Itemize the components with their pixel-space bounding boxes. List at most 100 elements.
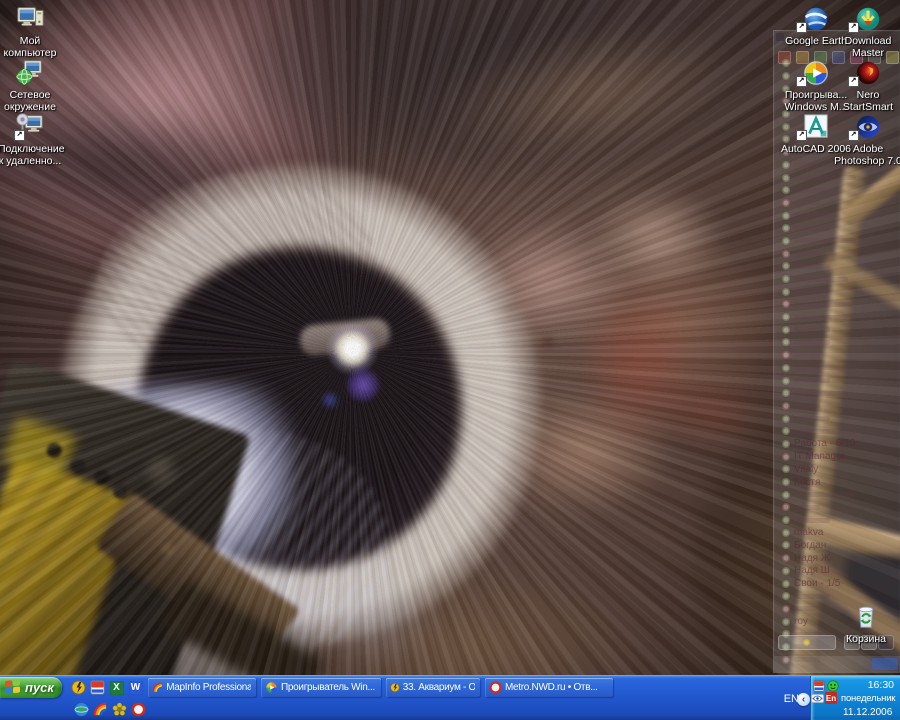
contact-row-faint[interactable] [776, 273, 898, 286]
contact-row[interactable]: Надя Ш [776, 565, 898, 578]
contact-status-icon [782, 491, 790, 499]
desktop-icon-nero-startsmart[interactable]: ↗ Nero StartSmart [832, 55, 900, 113]
wallpaper [0, 0, 900, 720]
task-buttons: MapInfo Professional ... Проигрыватель W… [148, 678, 613, 697]
taskbar-button-opera[interactable]: Metro.NWD.ru • Отв... [485, 678, 613, 697]
eye-tray-icon[interactable] [811, 692, 824, 710]
contact-row-faint[interactable] [776, 311, 898, 324]
internet-globe-icon[interactable] [73, 701, 90, 718]
contact-row-faint[interactable] [776, 323, 898, 336]
wallpaper-zoom-blur [0, 0, 900, 720]
contact-row[interactable]: makva [776, 526, 898, 539]
contact-status-icon [782, 389, 790, 397]
contact-row-faint[interactable] [776, 298, 898, 311]
desktop-icon-download-master[interactable]: ↗ Download Master [832, 1, 900, 59]
wallpaper-chain [40, 428, 135, 503]
contact-status-icon [782, 592, 790, 600]
contact-row-faint[interactable] [776, 235, 898, 248]
taskbar-button-label: 33. Аквариум - Очар... [403, 682, 475, 693]
contact-label: Богдан [794, 540, 826, 551]
network-places-icon [0, 55, 62, 87]
contact-status-icon [782, 326, 790, 334]
shortcut-arrow-icon: ↗ [796, 130, 807, 141]
recycle-bin-icon [830, 599, 900, 631]
start-button-label: пуск [25, 680, 54, 695]
wallpaper-tunnel-ring [60, 165, 540, 645]
contact-status-icon [782, 199, 790, 207]
winamp-icon[interactable] [70, 679, 87, 696]
taskbar-button-mapinfo[interactable]: MapInfo Professional ... [148, 678, 256, 697]
contact-label: Свои - 1/5 [794, 578, 840, 589]
contact-status-icon [782, 605, 790, 613]
contact-row[interactable]: Богдан [776, 539, 898, 552]
punto-switcher-indicator[interactable]: En [825, 692, 837, 704]
contact-row-faint[interactable] [776, 488, 898, 501]
contact-status-icon [782, 313, 790, 321]
contact-status-icon [782, 288, 790, 296]
desktop-icon-label: Подключение к удаленно... [0, 143, 62, 167]
wallpaper-machinery [0, 359, 251, 720]
contact-row-faint[interactable] [776, 400, 898, 413]
contact-row-faint[interactable] [776, 374, 898, 387]
contact-status-icon [782, 351, 790, 359]
contact-row-faint[interactable] [776, 336, 898, 349]
contact-row-faint[interactable] [776, 514, 898, 527]
contact-row[interactable]: Vitaly [776, 463, 898, 476]
contact-status-icon [782, 300, 790, 308]
opera-icon[interactable] [130, 701, 147, 718]
shortcut-arrow-icon: ↗ [848, 76, 859, 87]
wallpaper-vignette [0, 0, 900, 720]
contact-row-faint[interactable] [776, 222, 898, 235]
contact-row-faint[interactable] [776, 425, 898, 438]
start-button[interactable]: пуск [0, 677, 62, 698]
icq-flower-icon[interactable] [111, 701, 128, 718]
wallpaper-shape [300, 560, 440, 670]
contact-row-faint[interactable] [776, 197, 898, 210]
contact-row[interactable]: Костя [776, 476, 898, 489]
contact-row-faint[interactable] [776, 387, 898, 400]
mapinfo-icon[interactable] [92, 701, 109, 718]
contact-row[interactable]: Надя Ж [776, 552, 898, 565]
word-letter: W [129, 681, 143, 695]
contact-row[interactable]: Работа - 6/10 [776, 438, 898, 451]
contact-list-banner [872, 658, 898, 670]
contact-row-faint[interactable] [776, 260, 898, 273]
contact-row[interactable]: IT Manager [776, 450, 898, 463]
contact-row-faint[interactable] [776, 349, 898, 362]
wallpaper-shape [470, 270, 600, 400]
contact-label: makva [794, 527, 823, 538]
contact-row-faint[interactable] [776, 412, 898, 425]
contact-row-faint[interactable] [776, 285, 898, 298]
contact-row-faint[interactable] [776, 247, 898, 260]
tray-clock[interactable]: 16:30 [868, 679, 894, 691]
shortcut-arrow-icon: ↗ [848, 22, 859, 33]
contact-row-faint[interactable] [776, 501, 898, 514]
desktop-icon-my-computer[interactable]: Мой компьютер [0, 1, 62, 59]
chevron-left-icon[interactable]: ‹ [797, 693, 810, 706]
desktop-icon-label: Adobe Photoshop 7.0 [832, 143, 900, 167]
contact-row-faint[interactable] [776, 171, 898, 184]
contact-status-icon [782, 402, 790, 410]
contact-status-icon [782, 237, 790, 245]
shortcut-arrow-icon: ↗ [848, 130, 859, 141]
contact-row[interactable]: Свои - 1/5 [776, 577, 898, 590]
my-computer-icon [0, 1, 62, 33]
contact-row-faint[interactable] [776, 184, 898, 197]
download-master-icon[interactable] [89, 679, 106, 696]
word-icon[interactable]: W [127, 679, 144, 696]
desktop-icon-network-places[interactable]: Сетевое окружение [0, 55, 62, 113]
desktop-icon-photoshop[interactable]: ↗ Adobe Photoshop 7.0 [832, 109, 900, 167]
excel-icon[interactable]: X [108, 679, 125, 696]
desktop-icon-recycle-bin[interactable]: Корзина [830, 599, 900, 645]
nero-startsmart-icon: ↗ [832, 55, 900, 87]
wallpaper-shape [423, 6, 768, 181]
contact-row-faint[interactable] [776, 209, 898, 222]
contact-status-icon [782, 516, 790, 524]
desktop-icon-remote-desktop[interactable]: ↗ Подключение к удаленно... [0, 109, 62, 167]
taskbar-button-winamp[interactable]: 33. Аквариум - Очар... [386, 678, 480, 697]
taskbar-button-windows-media-player[interactable]: Проигрыватель Win... [261, 678, 381, 697]
contact-status-icon [782, 618, 790, 626]
contact-status-icon [782, 453, 790, 461]
contact-list-menu-button[interactable] [778, 635, 836, 650]
contact-row-faint[interactable] [776, 362, 898, 375]
